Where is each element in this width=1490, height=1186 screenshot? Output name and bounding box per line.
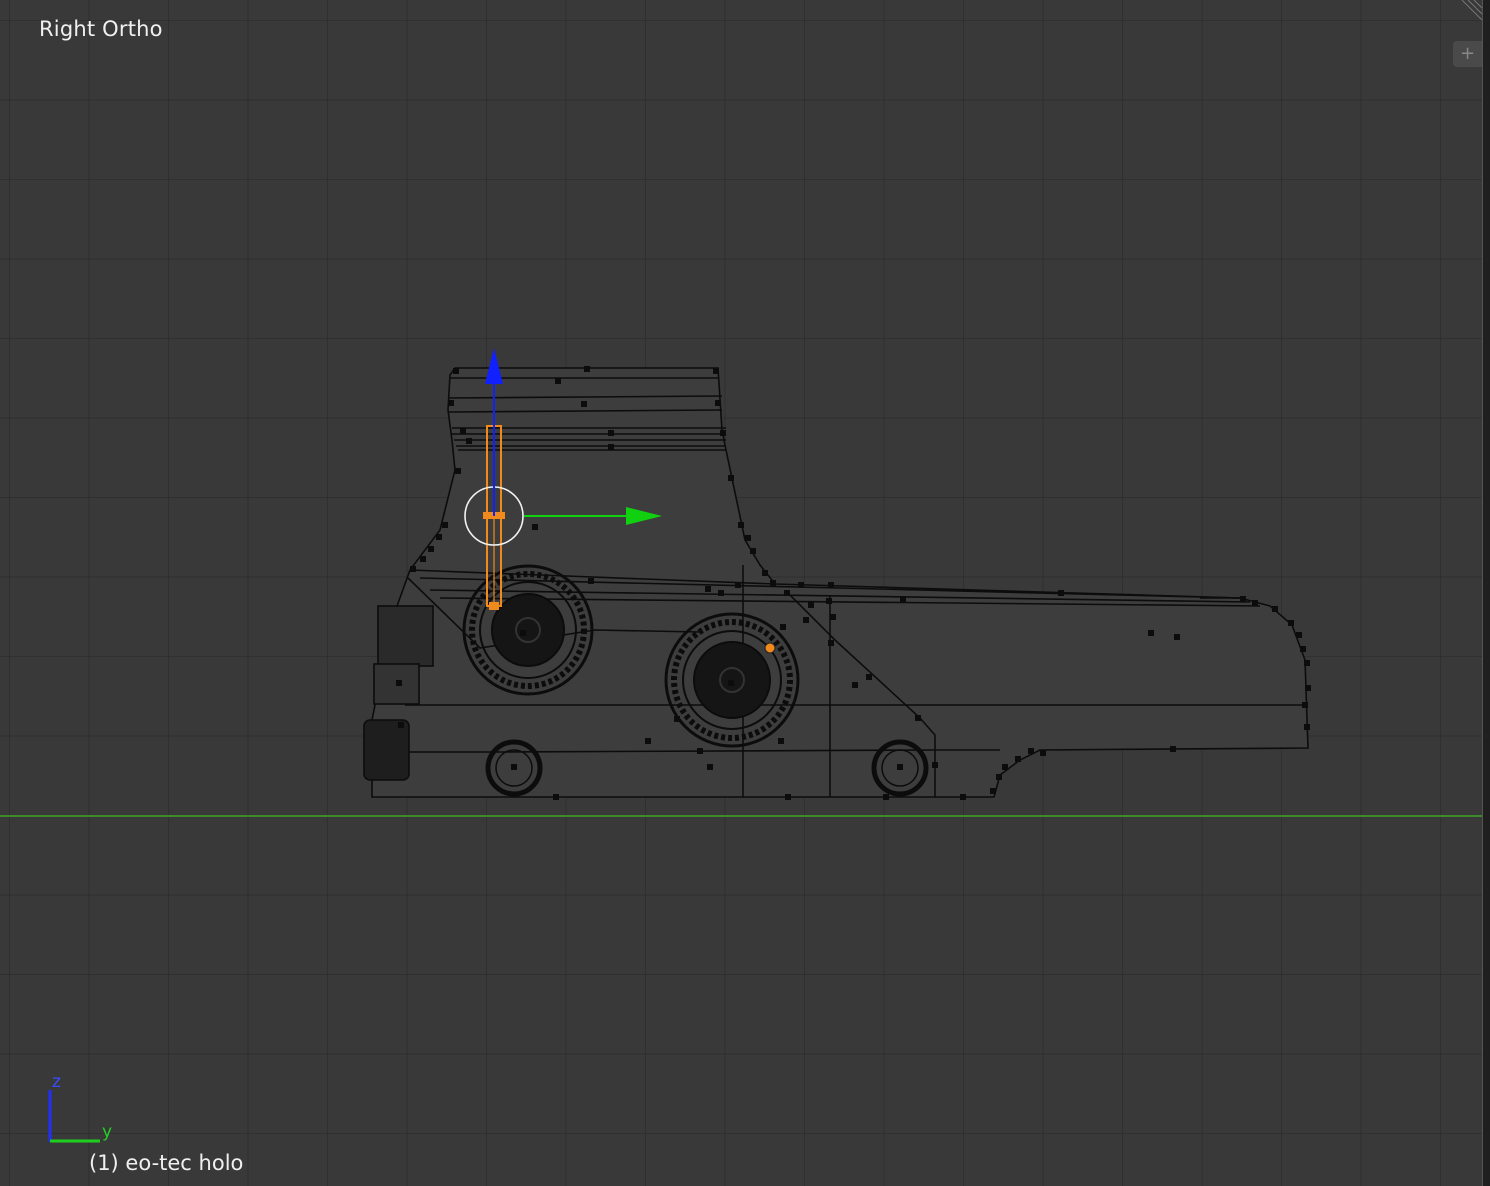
mesh-wireframe[interactable] [0,0,1482,1186]
z-axis-label: z [52,1072,61,1092]
region-border[interactable] [1482,0,1490,1186]
active-object-info: (1) eo-tec holo [89,1151,244,1175]
z-axis-arrow-icon [485,348,503,384]
y-axis-label: y [102,1122,113,1142]
3d-viewport[interactable]: Right Ortho + z y (1) eo-tec holo [0,0,1482,1186]
view-axis-gizmo: z y [40,1070,113,1150]
